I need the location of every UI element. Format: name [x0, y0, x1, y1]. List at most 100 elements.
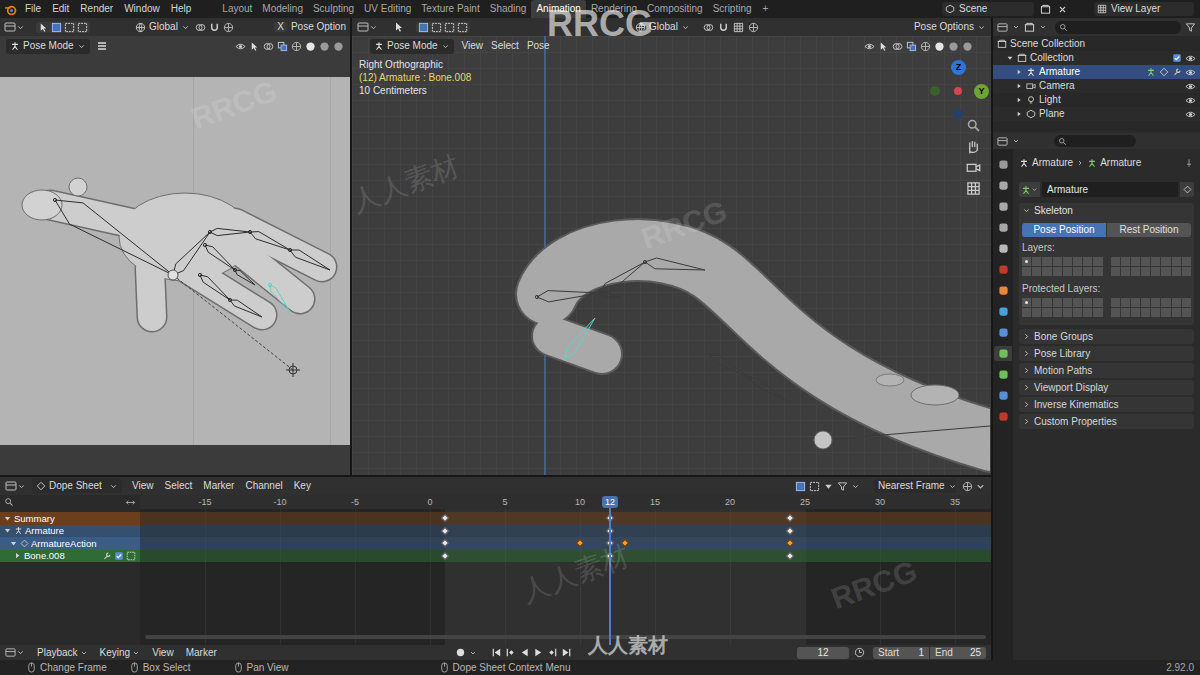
properties-tab[interactable]: [994, 262, 1012, 277]
channel-label[interactable]: Bone.008: [24, 551, 65, 561]
rendered-shading-icon[interactable]: [333, 41, 344, 52]
panel-arrow-icon[interactable]: [1022, 417, 1031, 426]
pose-mode-icon[interactable]: [10, 41, 20, 51]
channel-checkbox[interactable]: [114, 551, 124, 561]
editor-type-icon[interactable]: [5, 647, 16, 658]
layer-toggle[interactable]: [1172, 308, 1181, 317]
snap-target-icon[interactable]: [733, 22, 744, 33]
layer-toggle[interactable]: [1182, 298, 1191, 307]
frame-value[interactable]: 12: [817, 648, 828, 658]
editor-type-icon[interactable]: [4, 21, 16, 33]
properties-tab[interactable]: [994, 220, 1012, 235]
fake-user-icon[interactable]: [1183, 185, 1192, 194]
previous-keyframe-icon[interactable]: [505, 647, 516, 658]
action-icon[interactable]: [1159, 67, 1169, 77]
snap-mode-selector[interactable]: Nearest Frame: [874, 479, 956, 493]
keyframe[interactable]: [441, 551, 449, 559]
expand-toggle[interactable]: [3, 526, 12, 535]
layer-toggle[interactable]: [1161, 308, 1170, 317]
keyframe[interactable]: [576, 539, 584, 547]
pose-options-menu[interactable]: Pose Option: [291, 22, 346, 32]
channel-label[interactable]: Summary: [14, 514, 55, 524]
snap-icon[interactable]: [718, 22, 729, 33]
layer-toggle[interactable]: [1073, 257, 1082, 266]
menu-item[interactable]: Edit: [52, 4, 69, 14]
layer-toggle[interactable]: [1042, 308, 1051, 317]
only-selected-icon[interactable]: [795, 481, 806, 492]
mode-label[interactable]: Pose Mode: [23, 41, 74, 51]
select-box-icon[interactable]: [77, 22, 88, 33]
layer-toggle[interactable]: [1141, 257, 1150, 266]
snap-icon[interactable]: [209, 22, 220, 33]
properties-tab[interactable]: [994, 388, 1012, 403]
panel-arrow-icon[interactable]: [1022, 349, 1031, 358]
mode-selector[interactable]: Pose Mode: [370, 39, 454, 54]
expand-toggle[interactable]: [13, 551, 22, 560]
layer-toggle[interactable]: [1032, 257, 1041, 266]
workspace-label[interactable]: Layout: [222, 4, 252, 14]
panel-title[interactable]: Inverse Kinematics: [1034, 400, 1118, 410]
blender-logo-icon[interactable]: [4, 3, 17, 16]
modifier-icon[interactable]: [102, 551, 112, 561]
visibility-toggle[interactable]: [1185, 109, 1196, 120]
dropdown-icon[interactable]: [851, 482, 860, 491]
end-frame-field[interactable]: End25: [930, 647, 986, 659]
outliner-label[interactable]: Light: [1039, 95, 1061, 105]
errors-icon[interactable]: [823, 481, 834, 492]
viewport-menu[interactable]: Pose: [527, 41, 550, 51]
dropdown-icon[interactable]: [441, 42, 450, 51]
editor-type-icon[interactable]: [5, 480, 17, 492]
layer-toggle[interactable]: [1053, 267, 1062, 276]
properties-tab[interactable]: [994, 199, 1012, 214]
xray-icon[interactable]: [277, 41, 288, 52]
layer-toggle[interactable]: [1022, 257, 1031, 266]
current-frame-label[interactable]: 12: [605, 498, 615, 507]
outliner-row[interactable]: Armature: [993, 65, 1200, 79]
dropdown-icon[interactable]: [369, 23, 378, 32]
armature-data-icon[interactable]: [1021, 185, 1031, 195]
layer-toggle[interactable]: [1063, 267, 1072, 276]
dope-sheet-mode[interactable]: Dope Sheet: [32, 479, 122, 493]
dropdown-icon[interactable]: [16, 23, 25, 32]
preview-range-icon[interactable]: [854, 647, 865, 658]
keyframe-area[interactable]: -15-10-50510152025303512: [140, 495, 991, 645]
panel-title[interactable]: Custom Properties: [1034, 417, 1117, 427]
gizmo-axis[interactable]: Z: [951, 60, 966, 75]
outliner-row[interactable]: Light: [993, 93, 1200, 107]
view-layer-name[interactable]: View Layer: [1111, 4, 1160, 14]
layer-toggle[interactable]: [1131, 298, 1140, 307]
viewport-menu[interactable]: Select: [491, 41, 519, 51]
layer-toggle[interactable]: [1161, 257, 1170, 266]
layer-toggle[interactable]: [1063, 298, 1072, 307]
dropdown-icon[interactable]: [16, 648, 25, 657]
outliner-list[interactable]: Scene CollectionCollectionArmatureCamera…: [993, 36, 1200, 131]
layer-toggle[interactable]: [1182, 308, 1191, 317]
workspace-tab[interactable]: Sculpting: [308, 0, 359, 18]
properties-tab[interactable]: [994, 241, 1012, 256]
tweak-icon[interactable]: [38, 22, 49, 33]
outliner-label[interactable]: Camera: [1039, 81, 1075, 91]
properties-tab[interactable]: [994, 178, 1012, 193]
dropdown-icon[interactable]: [109, 482, 118, 491]
layer-toggle[interactable]: [1121, 308, 1130, 317]
outliner-row[interactable]: Camera: [993, 79, 1200, 93]
workspace-label[interactable]: Animation: [536, 4, 580, 14]
layer-toggle[interactable]: [1151, 257, 1160, 266]
select-box-icon[interactable]: [457, 22, 468, 33]
camera-view-icon[interactable]: [966, 160, 981, 175]
dope-sheet-icon[interactable]: [36, 481, 46, 491]
menu-item[interactable]: Render: [80, 4, 113, 14]
expand-toggle[interactable]: [1015, 96, 1023, 104]
layer-toggle[interactable]: [1083, 308, 1092, 317]
play-reverse-icon[interactable]: [519, 647, 530, 658]
workspace-tab[interactable]: Texture Paint: [416, 0, 484, 18]
expand-arrow-icon[interactable]: [3, 526, 12, 535]
position-button[interactable]: Rest Position: [1107, 223, 1191, 237]
select-box-icon[interactable]: [444, 22, 455, 33]
next-keyframe-icon[interactable]: [547, 647, 558, 658]
panel-arrow-icon[interactable]: [1022, 383, 1031, 392]
frame-range-icon[interactable]: [125, 497, 136, 508]
expand-toggle[interactable]: [3, 514, 12, 523]
checkbox-icon[interactable]: [1172, 53, 1182, 63]
proportional-icon[interactable]: [223, 22, 234, 33]
